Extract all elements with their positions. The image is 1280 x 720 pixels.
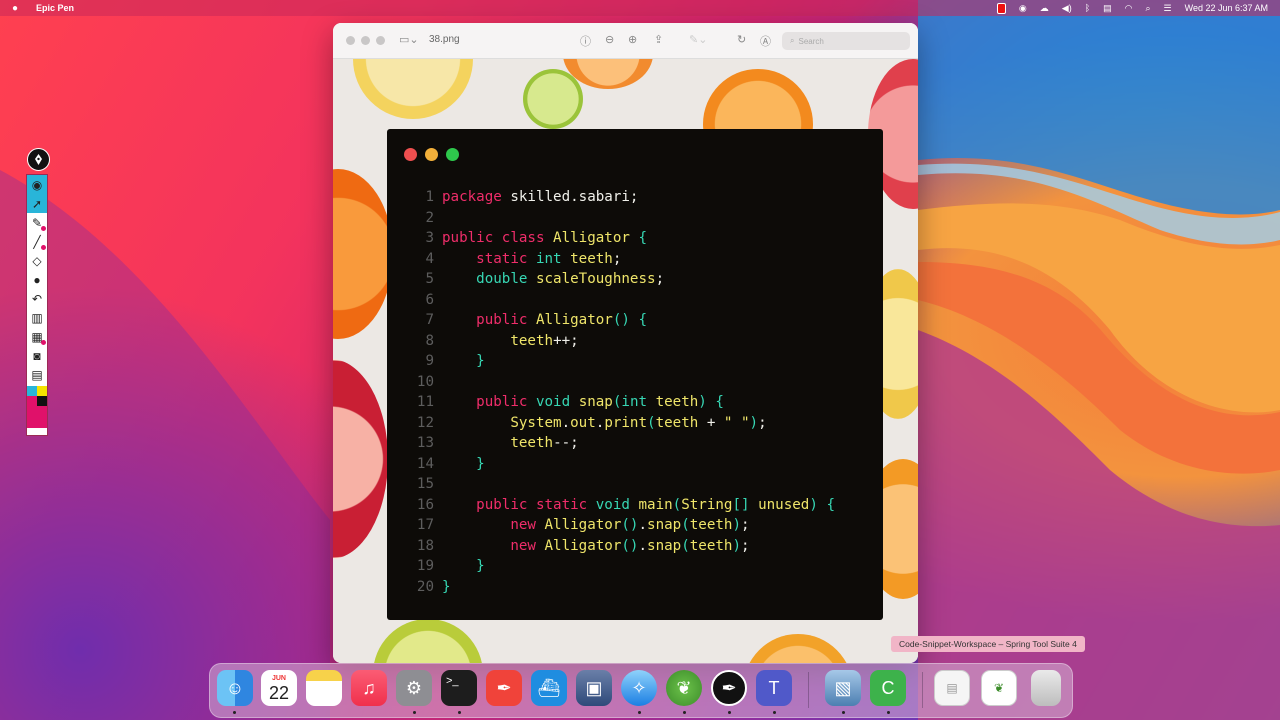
epic-pen-logo-icon[interactable] — [27, 148, 50, 171]
dock-tooltip: Code-Snippet-Workspace – Spring Tool Sui… — [891, 636, 1085, 652]
notes-icon[interactable] — [306, 670, 342, 706]
trash-icon[interactable]: ▥ — [27, 308, 47, 327]
teams-icon[interactable]: T — [756, 670, 792, 706]
search-field[interactable]: ⌕ Search — [782, 32, 910, 50]
bluetooth-icon[interactable]: ᛒ — [1085, 3, 1090, 13]
pen-app-icon[interactable]: ✒ — [486, 670, 522, 706]
spring-tool-suite-icon[interactable]: ❦ — [666, 670, 702, 706]
codeshot-icon[interactable]: C — [870, 670, 906, 706]
info-icon[interactable]: ⓘ — [580, 33, 591, 49]
spotlight-search-icon[interactable]: ⌕ — [1145, 3, 1150, 14]
code-card: 1 package skilled.sabari; 2 3 public class… — [387, 129, 883, 620]
zoom-out-icon[interactable]: ⊖ — [605, 33, 614, 46]
camera-icon[interactable]: ◙ — [27, 346, 47, 365]
finder-icon[interactable]: ☺ — [217, 670, 253, 706]
workspace-window-icon[interactable]: ▤ — [934, 670, 970, 706]
window-dots — [404, 148, 459, 161]
menu-app-name[interactable]: Epic Pen — [36, 3, 74, 13]
menu-clock[interactable]: Wed 22 Jun 6:37 AM — [1185, 3, 1268, 13]
share-icon[interactable]: ⇪ — [654, 33, 663, 46]
epic-pen-icon[interactable]: ✒ — [711, 670, 747, 706]
zoom-in-icon[interactable]: ⊕ — [628, 33, 637, 46]
status-icon[interactable]: ◉ — [1019, 3, 1027, 14]
search-placeholder: Search — [798, 36, 824, 46]
markup-icon[interactable]: ✎⌄ — [689, 33, 707, 46]
trash-bin-icon[interactable] — [1031, 670, 1061, 706]
preview-window: ▭⌄ 38.png ⓘ ⊖ ⊕ ⇪ ✎⌄ ↻ Ⓐ ⌕ Search 1 pack… — [333, 23, 918, 663]
title-bar: ▭⌄ 38.png ⓘ ⊖ ⊕ ⇪ ✎⌄ ↻ Ⓐ ⌕ Search — [333, 23, 918, 59]
eye-icon[interactable]: ◉ — [27, 175, 47, 194]
zoom-button[interactable] — [376, 36, 385, 45]
close-button[interactable] — [346, 36, 355, 45]
safari-icon[interactable]: ✧ — [621, 670, 657, 706]
clipboard-icon[interactable]: ▤ — [27, 365, 47, 384]
music-icon[interactable]: ♫ — [351, 670, 387, 706]
whiteboard-icon[interactable]: ▦ — [27, 327, 47, 346]
green-dot-icon — [446, 148, 459, 161]
cloud-icon[interactable]: ☁ — [1040, 3, 1049, 14]
highlighter-icon[interactable]: ╱ — [27, 232, 47, 251]
yellow-dot-icon — [425, 148, 438, 161]
image-canvas: 1 package skilled.sabari; 2 3 public class… — [333, 59, 918, 663]
dock: ☺ JUN 22 ♫ ⚙ >_ ✒ ⛴ ▣ ✧ ❦ ✒ T ▧ C ▤ ❦ — [209, 663, 1073, 718]
virtualbox-icon[interactable]: ▣ — [576, 670, 612, 706]
annotate-icon[interactable]: Ⓐ — [760, 33, 771, 49]
color-palette[interactable] — [27, 386, 47, 428]
calendar-month: JUN — [271, 674, 286, 682]
cursor-icon[interactable]: ➚ — [27, 194, 47, 213]
apple-menu-icon[interactable]: ● — [12, 3, 22, 14]
calendar-icon[interactable]: JUN 22 — [261, 670, 297, 706]
minimize-button[interactable] — [361, 36, 370, 45]
code-block: 1 package skilled.sabari; 2 3 public class… — [416, 189, 835, 595]
document-title: 38.png — [429, 34, 460, 45]
epic-pen-toolbar: ◉ ➚ ✎ ╱ ◇ ● ↶ ▥ ▦ ◙ ▤ — [26, 174, 48, 436]
search-icon: ⌕ — [790, 36, 795, 45]
screen-record-icon[interactable] — [996, 2, 1006, 14]
menu-bar: ● Epic Pen ◉ ☁ ◀) ᛒ ▤ ◠ ⌕ ☰ Wed 22 Jun 6… — [0, 0, 1280, 16]
red-dot-icon — [404, 148, 417, 161]
volume-icon[interactable]: ◀) — [1062, 3, 1072, 14]
wifi-icon[interactable]: ◠ — [1125, 3, 1133, 14]
keyboard-icon[interactable]: ▤ — [1103, 3, 1112, 14]
docker-icon[interactable]: ⛴ — [531, 670, 567, 706]
sidebar-toggle-icon[interactable]: ▭⌄ — [399, 33, 419, 46]
spring-window-icon[interactable]: ❦ — [981, 670, 1017, 706]
system-preferences-icon[interactable]: ⚙ — [396, 670, 432, 706]
rotate-icon[interactable]: ↻ — [737, 33, 746, 46]
control-center-icon[interactable]: ☰ — [1164, 3, 1172, 14]
preview-icon[interactable]: ▧ — [825, 670, 861, 706]
pen-icon[interactable]: ✎ — [27, 213, 47, 232]
eraser-icon[interactable]: ◇ — [27, 251, 47, 270]
undo-icon[interactable]: ↶ — [27, 289, 47, 308]
calendar-day: 22 — [268, 682, 290, 703]
brush-size-icon[interactable]: ● — [27, 270, 47, 289]
terminal-icon[interactable]: >_ — [441, 670, 477, 706]
